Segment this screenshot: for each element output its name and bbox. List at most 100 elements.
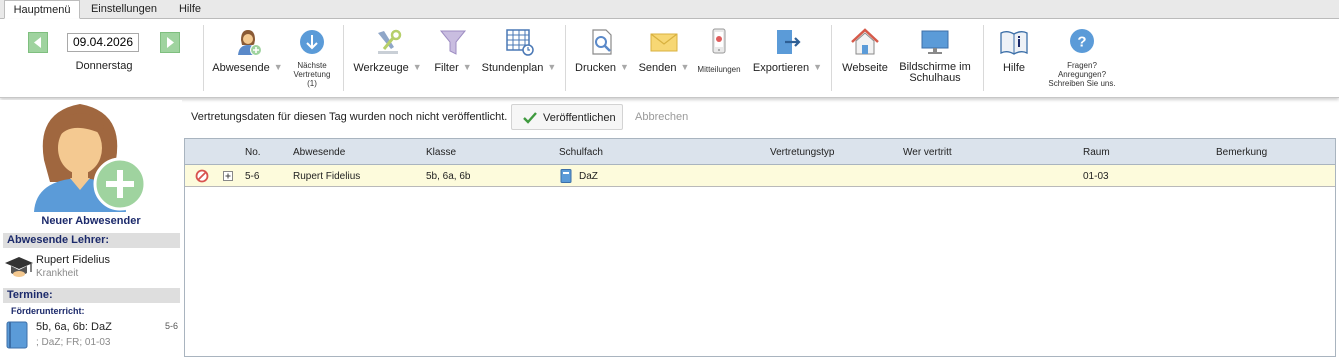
svg-text:?: ? (1077, 34, 1086, 51)
school-screens-line2: Schulhaus (909, 72, 961, 84)
appointment-title: 5b, 6a, 6b: DaZ (36, 321, 112, 333)
cell-subject: DaZ (579, 171, 598, 182)
separator (983, 25, 984, 91)
teacher-name: Rupert Fidelius (36, 254, 110, 266)
table-row[interactable]: 5-6 Rupert Fidelius 5b, 6a, 6b DaZ 01-03 (185, 165, 1335, 187)
tools-button[interactable]: Werkzeuge ▼ (350, 25, 425, 95)
filter-label: Filter (434, 62, 459, 74)
checkmark-icon (523, 112, 537, 124)
next-substitution-line2: Vertretung (293, 70, 331, 79)
appointment-detail: ; DaZ; FR; 01-03 (36, 337, 111, 348)
school-screens-button[interactable]: Bildschirme im Schulhaus (896, 25, 974, 95)
column-header-room[interactable]: Raum (1083, 147, 1110, 158)
feedback-line1: Fragen? (1067, 61, 1097, 70)
cancel-lesson-icon (195, 169, 209, 183)
ribbon-toolbar: 09.04.2026 Donnerstag Abwesende ▼ Nächste… (0, 19, 1339, 98)
dropdown-arrow-icon: ▼ (412, 62, 422, 72)
book-icon (6, 321, 28, 349)
dropdown-arrow-icon: ▼ (547, 62, 557, 72)
appointments-heading: Termine: (3, 288, 180, 303)
tab-hauptmenue[interactable]: Hauptmenü (4, 0, 80, 19)
envelope-icon (650, 33, 678, 52)
arrow-down-circle-icon (300, 30, 324, 54)
next-substitution-button[interactable]: Nächste Vertretung (1) (288, 25, 336, 95)
absent-teacher-item[interactable]: Rupert Fidelius Krankheit (3, 251, 180, 283)
substitution-table: No. Abwesende Klasse Schulfach Vertretun… (184, 138, 1336, 357)
column-header-remark[interactable]: Bemerkung (1216, 147, 1267, 158)
publish-button[interactable]: Veröffentlichen (511, 104, 623, 130)
absent-label: Abwesende (212, 62, 270, 74)
separator (831, 25, 832, 91)
left-panel: Neuer Abwesender Abwesende Lehrer: Ruper… (0, 100, 182, 357)
tab-hilfe[interactable]: Hilfe (170, 0, 210, 19)
dropdown-arrow-icon: ▼ (680, 62, 690, 72)
weekday-label: Donnerstag (75, 60, 133, 72)
separator (565, 25, 566, 91)
column-header-class[interactable]: Klasse (426, 147, 456, 158)
cell-class: 5b, 6a, 6b (426, 171, 471, 182)
column-header-substitution-type[interactable]: Vertretungstyp (770, 147, 834, 158)
print-label: Drucken (575, 62, 617, 74)
website-button[interactable]: Webseite (838, 25, 892, 95)
send-button[interactable]: Senden ▼ (635, 25, 693, 95)
dropdown-arrow-icon: ▼ (813, 62, 823, 72)
dropdown-arrow-icon: ▼ (273, 62, 283, 72)
arrow-right-icon (167, 37, 174, 48)
appointment-period: 5-6 (164, 321, 178, 331)
feedback-button[interactable]: ? Fragen? Anregungen? Schreiben Sie uns. (1042, 25, 1122, 95)
date-field[interactable]: 09.04.2026 (67, 33, 139, 52)
feedback-line3: Schreiben Sie uns. (1048, 79, 1116, 88)
previous-day-button[interactable] (28, 32, 48, 53)
house-icon (851, 28, 879, 55)
filter-button[interactable]: Filter ▼ (428, 25, 478, 95)
mobile-phone-icon (712, 28, 726, 54)
next-day-button[interactable] (160, 32, 180, 53)
separator (203, 25, 204, 91)
next-substitution-line1: Nächste (297, 61, 327, 70)
filter-funnel-icon (439, 30, 467, 55)
appointment-category: Förderunterricht: (11, 306, 85, 316)
menu-bar: Hauptmenü Einstellungen Hilfe (0, 0, 1339, 19)
send-label: Senden (638, 62, 677, 74)
tools-label: Werkzeuge (353, 62, 409, 74)
export-arrow-icon (776, 30, 801, 54)
timetable-grid-icon (506, 29, 534, 56)
new-absent-label: Neuer Abwesender (41, 215, 141, 227)
dropdown-arrow-icon: ▼ (462, 62, 472, 72)
messages-label: Mitteilungen (697, 65, 741, 74)
cancel-button[interactable]: Abbrechen (635, 111, 688, 123)
dropdown-arrow-icon: ▼ (620, 62, 629, 72)
column-header-substitute[interactable]: Wer vertritt (903, 147, 952, 158)
print-button[interactable]: Drucken ▼ (572, 25, 632, 95)
teacher-reason: Krankheit (36, 268, 79, 279)
add-person-icon (237, 30, 262, 56)
absent-teachers-heading: Abwesende Lehrer: (3, 233, 180, 248)
help-label: Hilfe (1002, 62, 1025, 74)
unpublished-notice: Vertretungsdaten für diesen Tag wurden n… (191, 111, 508, 123)
separator (343, 25, 344, 91)
cell-room: 01-03 (1083, 171, 1109, 182)
export-button[interactable]: Exportieren ▼ (750, 25, 825, 95)
absent-button[interactable]: Abwesende ▼ (210, 25, 285, 95)
help-button[interactable]: Hilfe (990, 25, 1038, 95)
help-book-icon (1000, 31, 1028, 55)
new-absent-button[interactable]: Neuer Abwesender (30, 100, 152, 228)
table-header: No. Abwesende Klasse Schulfach Vertretun… (185, 139, 1335, 165)
publish-label: Veröffentlichen (543, 112, 616, 124)
column-header-subject[interactable]: Schulfach (559, 147, 603, 158)
cell-no: 5-6 (245, 171, 260, 182)
arrow-left-icon (34, 37, 41, 48)
column-header-absent[interactable]: Abwesende (293, 147, 345, 158)
timetable-button[interactable]: Stundenplan ▼ (480, 25, 558, 95)
cell-absent: Rupert Fidelius (293, 171, 361, 182)
tab-einstellungen[interactable]: Einstellungen (84, 0, 164, 19)
messages-button[interactable]: Mitteilungen (694, 25, 744, 95)
export-label: Exportieren (752, 62, 810, 74)
expand-icon (223, 171, 233, 181)
print-preview-icon (592, 29, 612, 55)
tools-icon (377, 29, 401, 54)
appointment-item[interactable]: 5b, 6a, 6b: DaZ 5-6 ; DaZ; FR; 01-03 (3, 319, 180, 353)
column-header-no[interactable]: No. (245, 147, 261, 158)
next-substitution-line3: (1) (307, 79, 317, 88)
graduation-cap-icon (5, 257, 33, 277)
